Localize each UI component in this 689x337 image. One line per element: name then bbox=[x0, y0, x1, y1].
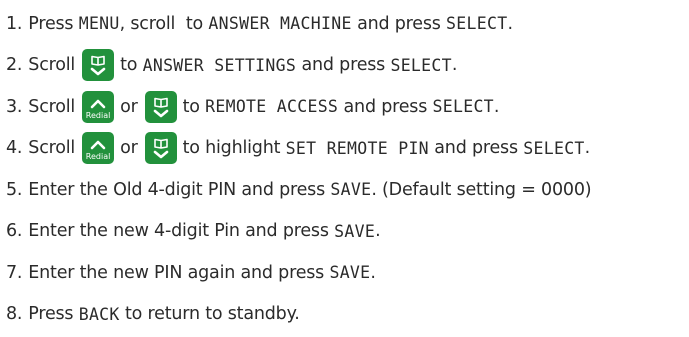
redial-key-label: Redial bbox=[85, 152, 111, 162]
step-text: . bbox=[375, 221, 381, 242]
display-text-select: SELECT bbox=[523, 138, 585, 158]
step-number: 8. bbox=[6, 304, 23, 325]
step-number: 5. bbox=[6, 179, 23, 200]
step-text: and press bbox=[351, 13, 447, 34]
step-text: to highlight bbox=[182, 138, 286, 159]
display-text-select: SELECT bbox=[390, 55, 452, 75]
display-text-select: SELECT bbox=[432, 97, 494, 117]
step-number: 2. bbox=[6, 55, 23, 76]
phonebook-down-key-icon bbox=[144, 132, 177, 165]
step-text: to bbox=[120, 55, 143, 76]
step-number: 7. bbox=[6, 262, 23, 283]
step-text: Scroll bbox=[28, 138, 76, 159]
display-text-set-remote-pin: SET REMOTE PIN bbox=[285, 138, 429, 158]
step-number: 4. bbox=[6, 138, 23, 159]
redial-up-key-icon: Redial bbox=[82, 90, 115, 123]
step-text: Enter the Old 4-digit PIN and press bbox=[28, 179, 331, 200]
step-8: 8. Press BACK to return to standby. bbox=[6, 294, 689, 336]
display-text-select: SELECT bbox=[446, 14, 508, 34]
step-text: . bbox=[493, 96, 500, 117]
step-text-or: or bbox=[120, 138, 138, 159]
step-text: Enter the new 4-digit Pin and press bbox=[28, 221, 335, 242]
display-text-save: SAVE bbox=[329, 263, 371, 283]
step-text: . bbox=[507, 13, 513, 34]
step-text: and press bbox=[338, 96, 433, 117]
display-text-answer-settings: ANSWER SETTINGS bbox=[142, 55, 297, 75]
display-text-menu: MENU bbox=[78, 14, 120, 34]
step-3: 3. Scroll Redial or to REMOTE ACCESS and… bbox=[6, 86, 689, 128]
instruction-steps: 1. Press MENU , scroll to ANSWER MACHINE… bbox=[6, 3, 689, 335]
step-text: Press bbox=[28, 304, 79, 325]
step-text: Press bbox=[28, 13, 79, 34]
phonebook-down-key-icon bbox=[82, 49, 115, 82]
step-number: 1. bbox=[6, 13, 23, 34]
phonebook-down-key-icon bbox=[144, 90, 177, 123]
step-text: and press bbox=[428, 138, 524, 159]
step-text: . bbox=[451, 55, 458, 76]
step-text: to bbox=[182, 96, 206, 117]
step-2: 2. Scroll to ANSWER SETTINGS and press S… bbox=[6, 45, 689, 87]
display-text-save: SAVE bbox=[330, 180, 372, 200]
step-6: 6. Enter the new 4-digit Pin and press S… bbox=[6, 211, 689, 253]
redial-up-key-icon: Redial bbox=[82, 132, 115, 165]
step-text: . bbox=[584, 138, 591, 159]
step-number: 6. bbox=[6, 221, 23, 242]
step-text: and press bbox=[296, 55, 391, 76]
step-text: . bbox=[370, 262, 376, 283]
step-4: 4. Scroll Redial or to highlight SET REM… bbox=[6, 128, 689, 170]
step-text: , scroll to bbox=[119, 13, 209, 34]
step-number: 3. bbox=[6, 96, 23, 117]
step-text: Scroll bbox=[28, 55, 76, 76]
display-text-back: BACK bbox=[78, 304, 120, 324]
display-text-answer-machine: ANSWER MACHINE bbox=[208, 14, 352, 34]
step-text: Enter the new PIN again and press bbox=[28, 262, 330, 283]
step-text: to return to standby. bbox=[119, 304, 300, 325]
step-1: 1. Press MENU , scroll to ANSWER MACHINE… bbox=[6, 3, 689, 45]
step-7: 7. Enter the new PIN again and press SAV… bbox=[6, 252, 689, 294]
step-text: Scroll bbox=[28, 96, 76, 117]
redial-key-label: Redial bbox=[85, 110, 111, 120]
step-text: . (Default setting = 0000) bbox=[371, 179, 592, 200]
step-5: 5. Enter the Old 4-digit PIN and press S… bbox=[6, 169, 689, 211]
display-text-remote-access: REMOTE ACCESS bbox=[205, 97, 339, 117]
step-text-or: or bbox=[120, 96, 138, 117]
display-text-save: SAVE bbox=[334, 221, 376, 241]
